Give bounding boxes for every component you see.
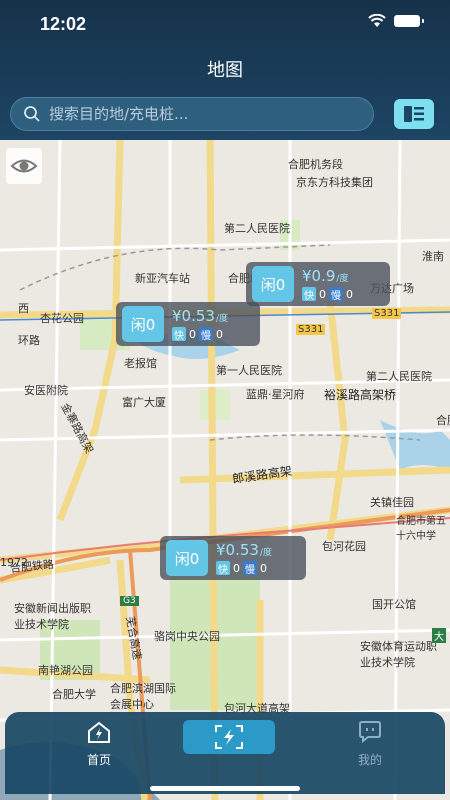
search-icon [24,106,40,122]
map-label: 第二人民医院 [224,222,290,235]
fast-charger-tag: 快 [302,287,316,302]
map-label: S331 [296,324,326,335]
map-label: 杏花公园 [40,312,84,325]
home-indicator [150,786,300,791]
map-label: 关镇佳园 [370,496,414,509]
chat-bubble-icon [359,721,381,744]
slow-charger-tag: 慢 [243,561,257,576]
wifi-icon [368,14,386,27]
station-status: 闲0 [252,266,294,302]
map-label: 合肥东 [436,414,450,427]
map-label: 南艳湖公园 [38,664,93,677]
station-marker[interactable]: 闲0 ¥0.9/度 快 0 慢 0 [246,262,390,306]
tab-mine[interactable]: 我的 [330,720,410,768]
fast-charger-count: 0 [319,287,326,301]
fast-charger-tag: 快 [216,561,230,576]
search-bar[interactable] [10,97,374,131]
station-price: ¥0.9 [302,267,336,285]
status-time: 12:02 [40,14,87,34]
fast-charger-tag: 快 [172,327,186,342]
fast-charger-count: 0 [233,561,240,575]
map-label: 裕溪路高架桥 [324,388,397,402]
station-price-unit: /度 [215,314,228,324]
station-info: ¥0.53/度 快 0 慢 0 [216,541,272,576]
station-price: ¥0.53 [172,307,215,325]
tab-home[interactable]: 首页 [59,720,139,768]
station-status: 闲0 [122,306,164,342]
map-label: 安徽体育运动职业技术学院 [360,640,437,669]
home-icon [88,721,110,743]
map-label: 合肥机务段 [288,158,343,171]
slow-charger-count: 0 [260,561,267,575]
station-info: ¥0.53/度 快 0 慢 0 [172,307,228,342]
map-label: 国开公馆 [372,598,416,611]
map-label: 大 [432,628,446,643]
map-label: 合肥市第五十六中学 [396,516,446,542]
station-marker[interactable]: 闲0 ¥0.53/度 快 0 慢 0 [160,536,306,580]
page-title: 地图 [207,60,243,80]
map-label: 新亚汽车站 [135,272,190,285]
map-label: 1972 [0,556,28,569]
app-header: 12:02 地图 [0,0,450,140]
station-price-unit: /度 [259,548,272,558]
slow-charger-tag: 慢 [329,287,343,302]
tab-home-label: 首页 [86,753,111,767]
map-label: 蓝鼎·星河府 [246,388,305,401]
battery-icon [394,15,424,27]
list-view-button[interactable] [394,99,434,129]
map-label: 淮南 [422,250,444,263]
map-label: 第二人民医院 [366,370,432,383]
list-icon [404,106,424,122]
fast-charger-count: 0 [189,327,196,341]
map-label: 老报馆 [124,357,157,370]
slow-charger-count: 0 [346,287,353,301]
station-info: ¥0.9/度 快 0 慢 0 [302,267,353,302]
station-marker[interactable]: 闲0 ¥0.53/度 快 0 慢 0 [116,302,260,346]
map-label: G3 [120,596,139,606]
status-bar: 12:02 [0,0,450,50]
map-label: 西 [18,302,29,315]
tab-mine-label: 我的 [357,753,382,767]
map-label: 安徽新闻出版职业技术学院 [14,602,91,631]
slow-charger-count: 0 [216,327,223,341]
bottom-tab-bar: 首页 我的 [5,712,445,794]
station-price-unit: /度 [336,274,349,284]
station-price: ¥0.53 [216,541,259,559]
map-label: 富广大厦 [122,396,166,409]
slow-charger-tag: 慢 [199,327,213,342]
map-label: 第一人民医院 [216,364,282,377]
charge-scan-icon [215,725,243,749]
map-label: 安医附院 [24,384,68,397]
map-label: 合肥滨湖国际会展中心 [110,682,176,711]
map-view[interactable]: 合肥机务段 京东方科技集团 第二人民医院 淮南 新亚汽车站 合肥站 万达广场 杏… [0,140,450,800]
tab-charge-scan[interactable] [183,720,275,754]
locate-button[interactable] [6,148,42,184]
map-label: S331 [372,308,402,319]
eye-locate-icon [10,159,38,173]
station-status: 闲0 [166,540,208,576]
status-icons [368,14,424,28]
map-label: 骆岗中央公园 [154,630,220,643]
map-label: 京东方科技集团 [296,176,373,189]
map-label: 环路 [18,334,40,347]
map-label: 合肥大学 [52,688,96,701]
map-label: 包河花园 [322,540,366,553]
search-input[interactable] [47,104,351,124]
